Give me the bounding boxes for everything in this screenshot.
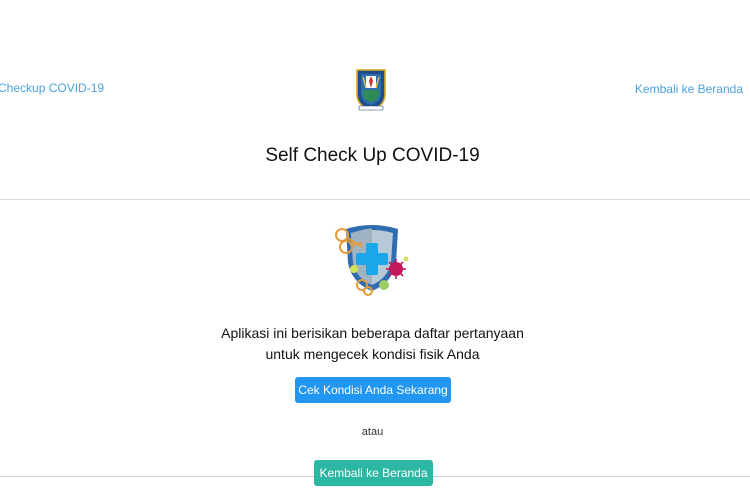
header: Checkup COVID-19 Kembali ke Beranda Self… [0, 0, 750, 200]
description: Aplikasi ini berisikan beberapa daftar p… [0, 323, 745, 365]
back-home-button[interactable]: Kembali ke Beranda [314, 460, 433, 486]
shield-virus-icon [335, 225, 409, 296]
nav-link-checkup[interactable]: Checkup COVID-19 [0, 81, 104, 95]
jatim-emblem-icon [356, 69, 386, 111]
description-line-2: untuk mengecek kondisi fisik Anda [265, 346, 480, 362]
nav-link-beranda[interactable]: Kembali ke Beranda [635, 82, 743, 96]
description-line-1: Aplikasi ini berisikan beberapa daftar p… [221, 325, 524, 341]
page: Checkup COVID-19 Kembali ke Beranda Self… [0, 0, 750, 500]
or-label: atau [361, 426, 384, 438]
check-condition-button[interactable]: Cek Kondisi Anda Sekarang [295, 377, 451, 403]
page-title: Self Check Up COVID-19 [265, 145, 480, 166]
